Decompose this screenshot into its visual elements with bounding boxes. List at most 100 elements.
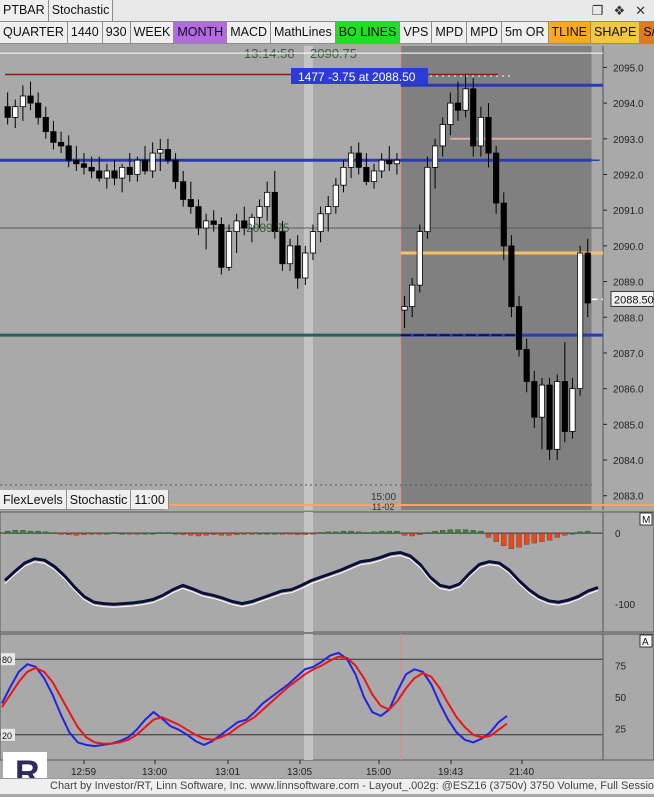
macd-bar (272, 533, 278, 535)
candle (317, 213, 324, 232)
stoch-tick-label: 25 (615, 725, 627, 736)
macd-bar (157, 532, 163, 534)
macd-bar (378, 530, 385, 534)
macd-bar (546, 533, 553, 541)
candle (286, 245, 294, 265)
stoch-tick-label: 50 (615, 693, 627, 704)
candle (12, 106, 19, 118)
candle (454, 102, 462, 111)
macd-bar (172, 533, 179, 535)
macd-tag: M (642, 515, 650, 526)
macd-bar (348, 530, 354, 534)
macd-bar (417, 533, 423, 535)
macd-bar (333, 531, 339, 534)
macd-bar (455, 529, 461, 534)
candle (355, 152, 362, 168)
macd-bar (310, 533, 316, 535)
price-tick-label: 2088.0 (613, 313, 644, 324)
macd-bar (180, 533, 186, 535)
candle (80, 163, 88, 168)
candle (477, 116, 484, 147)
price-tick-label: 2087.0 (613, 349, 644, 360)
candle (561, 381, 568, 432)
stoch-band-tag: 80 (2, 655, 12, 665)
candle (164, 149, 171, 161)
x-tick-label: 12:59 (71, 767, 96, 778)
price-tick-label: 2086.0 (613, 385, 644, 396)
macd-bar (195, 533, 202, 537)
candle (149, 152, 156, 172)
candle (439, 124, 446, 147)
macd-bar (96, 533, 102, 535)
candle (225, 231, 233, 268)
stoch-tick-label: 75 (615, 662, 627, 673)
candle (141, 159, 149, 172)
candle (126, 166, 133, 175)
macd-bar (317, 532, 324, 534)
candle (187, 199, 194, 208)
macd-bar (249, 533, 255, 535)
macd-bar (58, 533, 64, 535)
price-tick-label: 2093.0 (613, 135, 644, 146)
macd-bar (569, 533, 576, 535)
macd-bar (447, 529, 453, 534)
macd-bar (295, 533, 301, 535)
candle (50, 131, 57, 143)
toolbar3-btn-flexlevels[interactable]: FlexLevels (0, 490, 67, 509)
candle (27, 95, 34, 104)
candle (325, 206, 332, 215)
macd-bar (165, 532, 171, 534)
candle (195, 206, 202, 229)
macd-bar (4, 530, 11, 534)
toolbar3-btn-stochastic[interactable]: Stochastic (66, 490, 132, 509)
chart-svg[interactable]: 13:14:58 2090.752083.02084.02085.02086.02… (0, 0, 654, 794)
macd-bar (539, 533, 545, 542)
candle (378, 159, 385, 172)
macd-bar (524, 533, 530, 545)
candle (57, 141, 65, 147)
macd-bar (302, 533, 308, 535)
candle (302, 252, 309, 279)
price-tick-label: 2092.0 (613, 170, 644, 181)
macd-bar (394, 530, 400, 534)
candle (523, 348, 530, 382)
annotation-label: 2089.75 (246, 221, 290, 235)
candle (386, 159, 393, 165)
candle (203, 220, 210, 229)
price-tick-label: 2083.0 (613, 492, 644, 503)
macd-bar (562, 533, 568, 536)
macd-bar (226, 533, 232, 536)
macd-bar (119, 533, 125, 535)
candle (432, 145, 439, 168)
candle (554, 381, 561, 450)
macd-bar (142, 533, 148, 535)
macd-bar (12, 530, 18, 534)
macd-bar (577, 531, 583, 534)
macd-bar (218, 533, 225, 536)
candle (493, 152, 500, 204)
candle (546, 384, 553, 450)
macd-bar (127, 533, 133, 535)
session-shade (400, 46, 592, 510)
macd-bar (73, 533, 79, 536)
macd-bar (211, 533, 217, 535)
candle (19, 95, 26, 108)
toolbar3-btn-11-00[interactable]: 11:00 (131, 490, 169, 509)
candle (332, 184, 339, 208)
macd-bar (531, 533, 537, 544)
candle (111, 170, 118, 179)
macd-bar (241, 533, 247, 535)
price-tick-label: 2094.0 (613, 99, 644, 110)
price-tick-label: 2085.0 (613, 420, 644, 431)
macd-bar (386, 530, 392, 534)
macd-bar (264, 533, 270, 535)
macd-bar (104, 533, 110, 535)
macd-bar (20, 530, 26, 534)
candle (309, 231, 317, 254)
candle (134, 159, 141, 175)
macd-pane-bg (0, 511, 654, 633)
candle (348, 152, 355, 168)
macd-bar (371, 531, 377, 534)
candle (577, 252, 584, 390)
candle (35, 102, 42, 118)
